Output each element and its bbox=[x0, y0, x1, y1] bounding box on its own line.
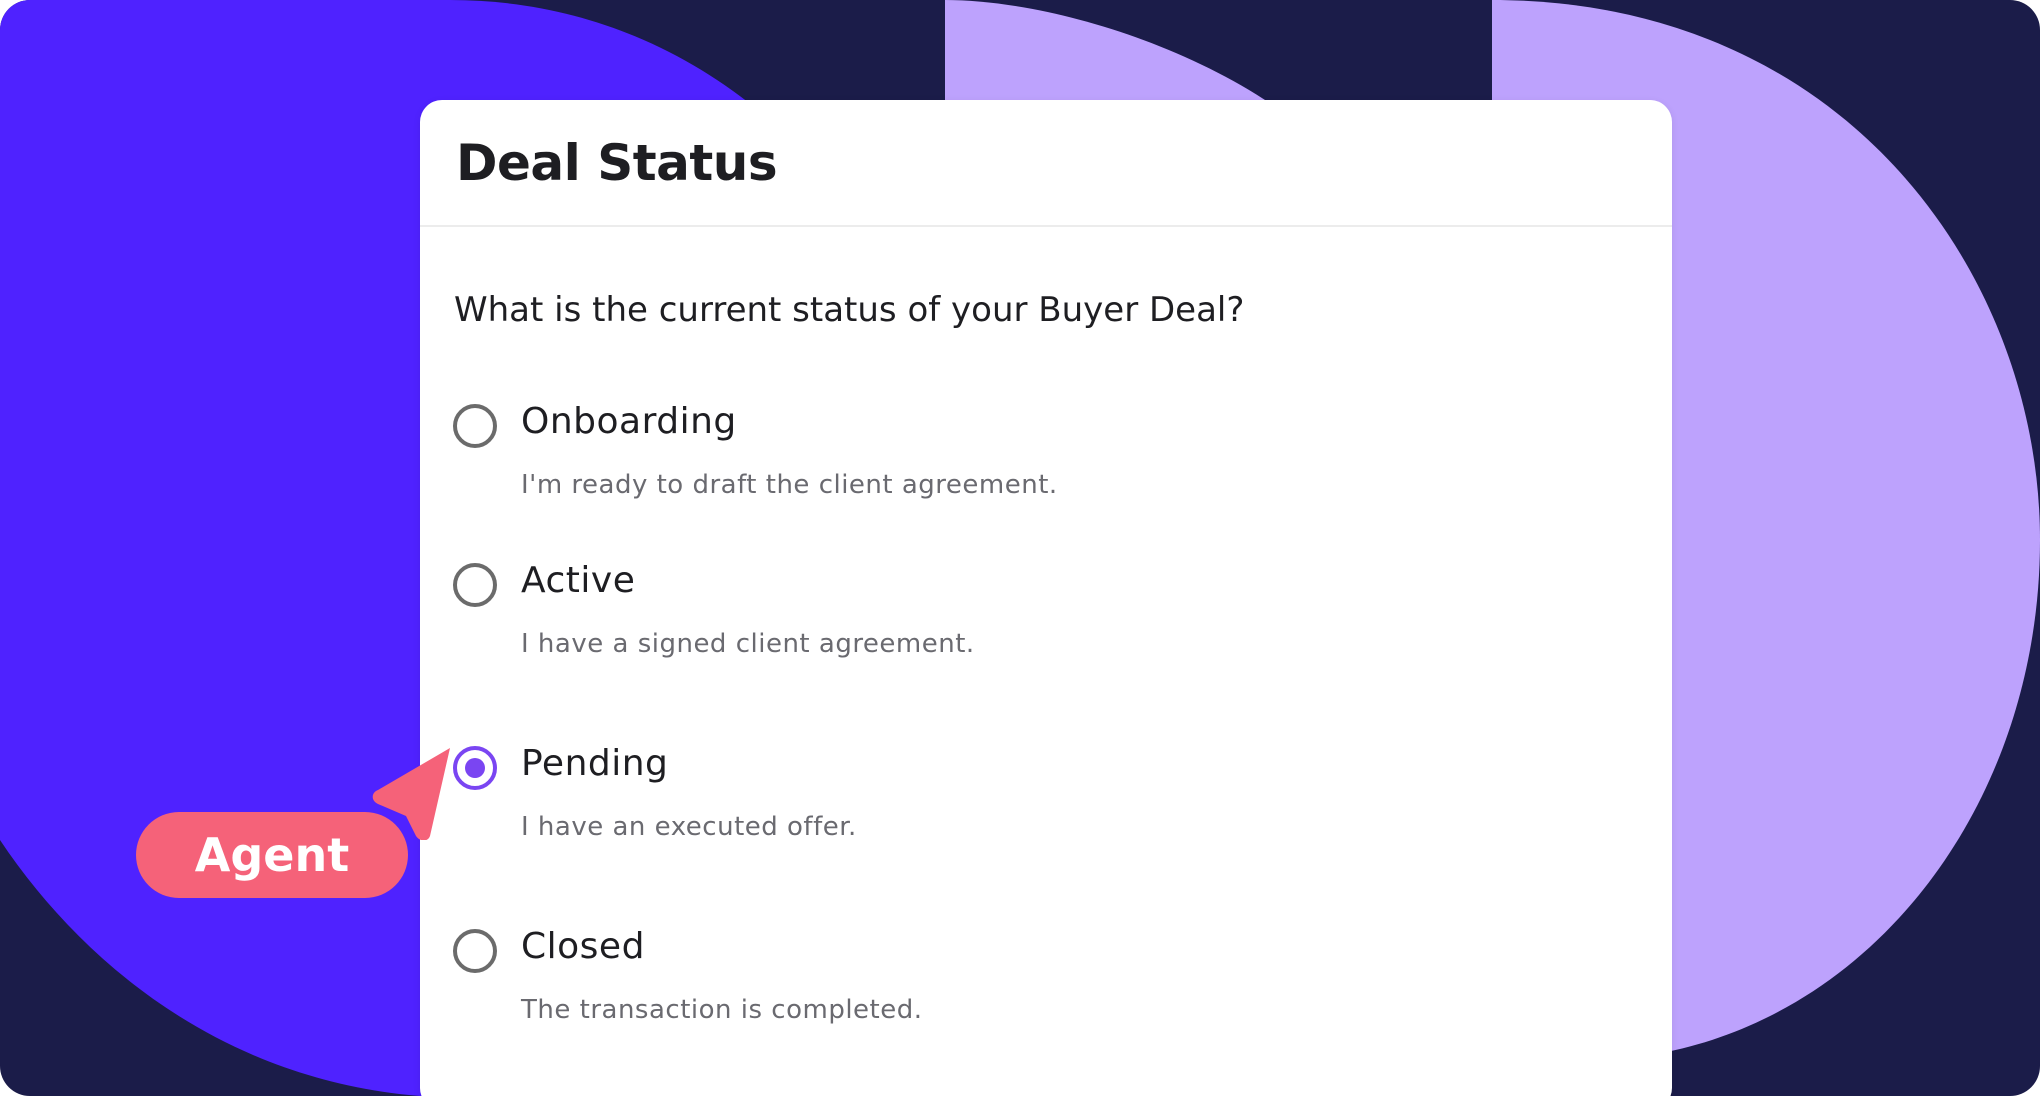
option-label-onboarding: Onboarding bbox=[521, 401, 737, 442]
option-label-closed: Closed bbox=[521, 926, 645, 967]
option-closed[interactable]: Closed The transaction is completed. bbox=[453, 926, 1553, 1049]
option-description-closed: The transaction is completed. bbox=[521, 995, 923, 1025]
card-header: Deal Status bbox=[420, 100, 1672, 227]
radio-button-active[interactable] bbox=[453, 563, 497, 607]
status-question: What is the current status of your Buyer… bbox=[454, 290, 1245, 330]
card-title: Deal Status bbox=[456, 133, 778, 192]
option-onboarding[interactable]: Onboarding I'm ready to draft the client… bbox=[453, 401, 1553, 524]
option-description-pending: I have an executed offer. bbox=[521, 812, 857, 842]
radio-button-onboarding[interactable] bbox=[453, 404, 497, 448]
radio-button-pending-selected[interactable] bbox=[453, 746, 497, 790]
agent-cursor-tag: Agent bbox=[136, 812, 408, 898]
illustration-canvas: Deal Status What is the current status o… bbox=[0, 0, 2040, 1096]
option-description-onboarding: I'm ready to draft the client agreement. bbox=[521, 470, 1058, 500]
lavender-half-circle-left bbox=[945, 0, 1280, 110]
option-description-active: I have a signed client agreement. bbox=[521, 629, 975, 659]
agent-label: Agent bbox=[194, 828, 350, 882]
radio-button-closed[interactable] bbox=[453, 929, 497, 973]
option-pending[interactable]: Pending I have an executed offer. bbox=[453, 743, 1553, 866]
option-active[interactable]: Active I have a signed client agreement. bbox=[453, 560, 1553, 683]
option-label-pending: Pending bbox=[521, 743, 669, 784]
deal-status-card: Deal Status What is the current status o… bbox=[420, 100, 1672, 1096]
radio-selected-dot bbox=[465, 758, 485, 778]
option-label-active: Active bbox=[521, 560, 636, 601]
